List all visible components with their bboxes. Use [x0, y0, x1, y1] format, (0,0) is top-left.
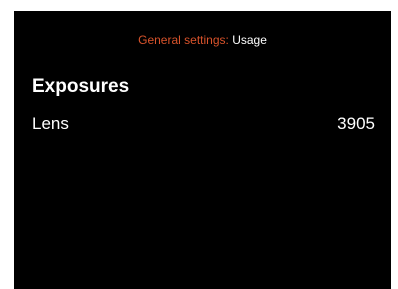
row-label: Lens	[32, 114, 69, 133]
camera-display: General settings: Usage Exposures Lens 3…	[14, 11, 391, 289]
section-title-exposures: Exposures	[32, 76, 130, 97]
page-title: Usage	[232, 33, 267, 47]
screen-header: General settings: Usage	[14, 33, 391, 47]
row-value: 3905	[337, 114, 375, 133]
breadcrumb-general-settings[interactable]: General settings:	[138, 33, 229, 47]
list-item-lens[interactable]: Lens 3905	[32, 112, 375, 136]
